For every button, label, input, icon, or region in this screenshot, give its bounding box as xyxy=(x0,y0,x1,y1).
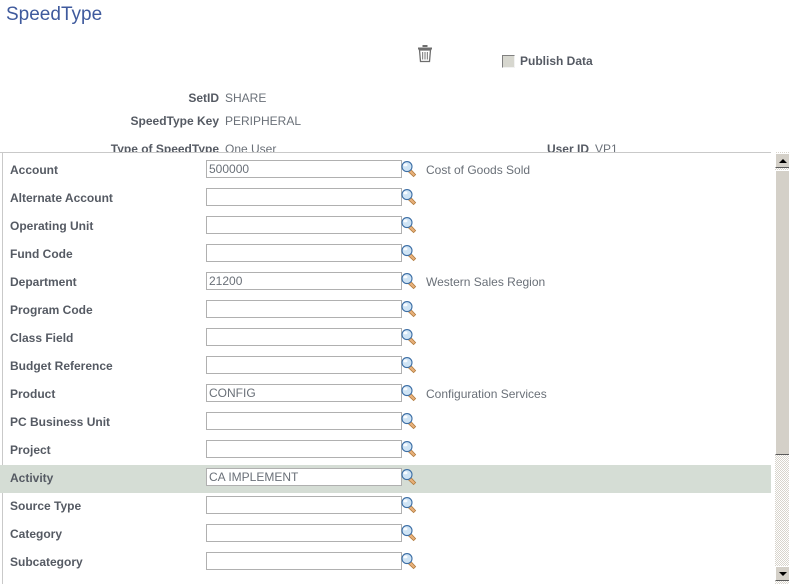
row-description: Western Sales Region xyxy=(426,275,546,289)
lookup-button[interactable] xyxy=(400,160,418,178)
setid-value: SHARE xyxy=(225,91,267,105)
publish-data-checkbox[interactable] xyxy=(502,54,515,68)
table-row[interactable]: Budget Reference xyxy=(0,353,789,381)
speedtype-key-value: PERIPHERAL xyxy=(225,114,302,128)
page-title: SpeedType xyxy=(6,4,103,25)
row-value-input[interactable] xyxy=(206,216,402,234)
scrollbar-thumb[interactable] xyxy=(775,170,789,455)
scroll-down-arrow-icon xyxy=(778,571,787,576)
row-label: Product xyxy=(10,387,56,401)
header-panel: SetID SHARE SpeedType Key PERIPHERAL Typ… xyxy=(0,42,789,183)
delete-button[interactable] xyxy=(416,44,434,64)
lookup-button[interactable] xyxy=(400,328,418,346)
magnifier-lookup-icon xyxy=(401,245,417,262)
publish-data-field[interactable]: Publish Data xyxy=(502,52,593,70)
table-row[interactable]: Class Field xyxy=(0,325,789,353)
scroll-up-arrow-icon xyxy=(778,158,787,163)
row-label: Source Type xyxy=(10,499,82,513)
row-label: Program Code xyxy=(10,303,93,317)
magnifier-lookup-icon xyxy=(401,217,417,234)
row-label: Account xyxy=(10,163,58,177)
setid-label: SetID xyxy=(188,91,219,105)
row-label: Subcategory xyxy=(10,555,83,569)
magnifier-lookup-icon xyxy=(401,189,417,206)
scroll-down-button[interactable] xyxy=(775,566,789,581)
magnifier-lookup-icon xyxy=(401,497,417,514)
table-row[interactable]: Source Type xyxy=(0,493,789,521)
row-value-input[interactable] xyxy=(206,356,402,374)
table-row[interactable]: Category xyxy=(0,521,789,549)
speedtype-page: SpeedType SetID SHARE SpeedType Key PERI… xyxy=(0,0,789,584)
row-label: Class Field xyxy=(10,331,74,345)
row-value-input[interactable] xyxy=(206,160,402,178)
table-row[interactable]: Project xyxy=(0,437,789,465)
lookup-button[interactable] xyxy=(400,188,418,206)
row-value-input[interactable] xyxy=(206,384,402,402)
lookup-button[interactable] xyxy=(400,552,418,570)
speedtype-key-label: SpeedType Key xyxy=(130,114,219,128)
row-label: Fund Code xyxy=(10,247,73,261)
row-label: Budget Reference xyxy=(10,359,113,373)
vertical-scrollbar[interactable] xyxy=(771,152,789,584)
table-row[interactable]: Operating Unit xyxy=(0,213,789,241)
table-row[interactable]: Product Configuration Services xyxy=(0,381,789,409)
table-row[interactable]: Department Western Sales Region xyxy=(0,269,789,297)
row-label: Department xyxy=(10,275,77,289)
magnifier-lookup-icon xyxy=(401,413,417,430)
table-row[interactable]: Program Code xyxy=(0,297,789,325)
table-row[interactable]: Account Cost of Goods Sold xyxy=(0,157,789,185)
magnifier-lookup-icon xyxy=(401,525,417,542)
row-description: Configuration Services xyxy=(426,387,547,401)
lookup-button[interactable] xyxy=(400,468,418,486)
lookup-button[interactable] xyxy=(400,216,418,234)
lookup-button[interactable] xyxy=(400,300,418,318)
row-label: Project xyxy=(10,443,51,457)
lookup-button[interactable] xyxy=(400,440,418,458)
lookup-button[interactable] xyxy=(400,384,418,402)
table-row[interactable]: Activity xyxy=(0,465,789,493)
lookup-button[interactable] xyxy=(400,272,418,290)
row-value-input[interactable] xyxy=(206,412,402,430)
row-description: Cost of Goods Sold xyxy=(426,163,531,177)
publish-data-label: Publish Data xyxy=(520,54,593,68)
row-value-input[interactable] xyxy=(206,468,402,486)
table-row[interactable]: Alternate Account xyxy=(0,185,789,213)
row-value-input[interactable] xyxy=(206,496,402,514)
row-value-input[interactable] xyxy=(206,188,402,206)
row-value-input[interactable] xyxy=(206,552,402,570)
row-label: Category xyxy=(10,527,63,541)
magnifier-lookup-icon xyxy=(401,441,417,458)
lookup-button[interactable] xyxy=(400,412,418,430)
row-value-input[interactable] xyxy=(206,440,402,458)
table-row[interactable]: PC Business Unit xyxy=(0,409,789,437)
magnifier-lookup-icon xyxy=(401,469,417,486)
row-label: Activity xyxy=(10,471,54,485)
chartfield-grid: Account Cost of Goods Sold Alternate Accou… xyxy=(0,152,789,584)
magnifier-lookup-icon xyxy=(401,301,417,318)
magnifier-lookup-icon xyxy=(401,273,417,290)
magnifier-lookup-icon xyxy=(401,553,417,570)
lookup-button[interactable] xyxy=(400,524,418,542)
table-row[interactable]: Fund Code xyxy=(0,241,789,269)
row-value-input[interactable] xyxy=(206,272,402,290)
row-value-input[interactable] xyxy=(206,300,402,318)
row-label: Alternate Account xyxy=(10,191,113,205)
row-label: Operating Unit xyxy=(10,219,94,233)
lookup-button[interactable] xyxy=(400,356,418,374)
row-value-input[interactable] xyxy=(206,524,402,542)
table-row[interactable]: Subcategory xyxy=(0,549,789,577)
row-value-input[interactable] xyxy=(206,328,402,346)
trash-icon xyxy=(418,45,432,63)
magnifier-lookup-icon xyxy=(401,357,417,374)
magnifier-lookup-icon xyxy=(401,329,417,346)
lookup-button[interactable] xyxy=(400,496,418,514)
lookup-button[interactable] xyxy=(400,244,418,262)
scroll-up-button[interactable] xyxy=(775,153,789,168)
row-value-input[interactable] xyxy=(206,244,402,262)
magnifier-lookup-icon xyxy=(401,161,417,178)
magnifier-lookup-icon xyxy=(401,385,417,402)
row-label: PC Business Unit xyxy=(10,415,111,429)
